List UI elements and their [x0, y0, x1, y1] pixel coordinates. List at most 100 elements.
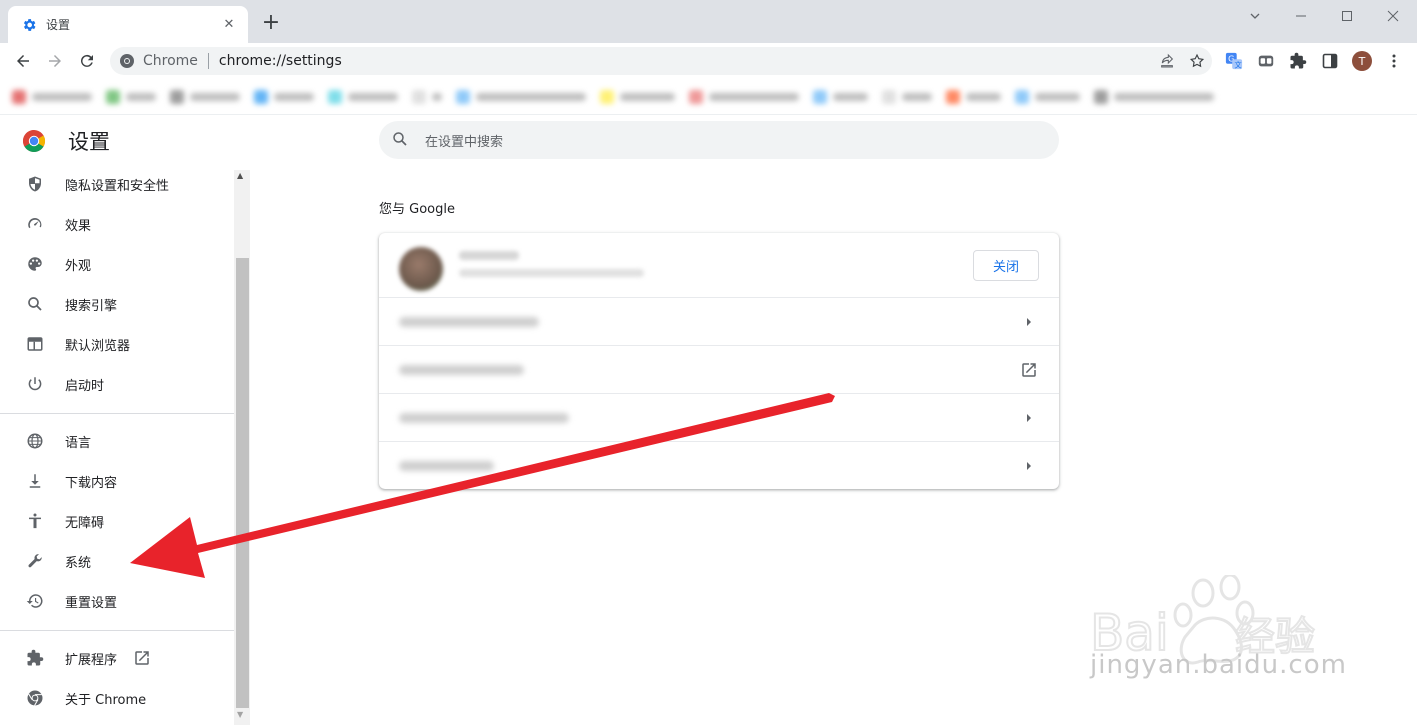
- search-placeholder: 在设置中搜索: [425, 134, 504, 150]
- sidebar-item-label: 搜索引擎: [65, 298, 118, 314]
- open-external-icon: [133, 649, 151, 667]
- address-bar[interactable]: Chrome chrome://settings: [110, 47, 1212, 75]
- profile-avatar[interactable]: T: [1349, 48, 1375, 74]
- chevron-right-icon: [1019, 312, 1039, 332]
- account-row: 关闭: [379, 233, 1059, 297]
- sidebar-item-downloads[interactable]: 下载内容: [0, 461, 234, 501]
- bookmark-item[interactable]: [1015, 90, 1080, 104]
- chevron-right-icon: [1019, 408, 1039, 428]
- account-email-blurred: [459, 269, 644, 277]
- sidebar-item-on-startup[interactable]: 启动时: [0, 364, 234, 404]
- bookmark-item[interactable]: [1094, 90, 1214, 104]
- sidebar-divider: [0, 630, 234, 631]
- sidebar-item-system[interactable]: 系统: [0, 541, 234, 581]
- sidebar-item-label: 外观: [65, 258, 92, 274]
- new-tab-button[interactable]: +: [259, 12, 283, 36]
- url-text[interactable]: chrome://settings: [219, 53, 1152, 69]
- tab-title: 设置: [46, 18, 71, 32]
- avatar: T: [1352, 51, 1372, 71]
- open-external-icon: [1019, 360, 1039, 380]
- tab-settings[interactable]: 设置 ✕: [8, 6, 248, 43]
- scrollbar-thumb[interactable]: [236, 258, 249, 708]
- row-label-blurred: [399, 413, 569, 423]
- bookmark-item[interactable]: [328, 90, 398, 104]
- extension-app-icon[interactable]: [1253, 48, 1279, 74]
- back-icon[interactable]: [10, 48, 36, 74]
- sidebar-item-label: 启动时: [65, 378, 105, 394]
- watermark-text: jingyan.baidu.com: [1090, 650, 1347, 680]
- more-menu-icon[interactable]: [1381, 48, 1407, 74]
- bookmark-item[interactable]: [946, 90, 1001, 104]
- sidebar-item-privacy[interactable]: 隐私设置和安全性: [0, 164, 234, 204]
- bookmark-item[interactable]: [689, 90, 799, 104]
- chrome-icon: [25, 688, 45, 708]
- turn-off-sync-button[interactable]: 关闭: [973, 250, 1039, 281]
- sidebar-item-label: 无障碍: [65, 515, 105, 531]
- side-panel-icon[interactable]: [1317, 48, 1343, 74]
- omnibox-chip: Chrome: [143, 53, 198, 69]
- sidebar-item-default-browser[interactable]: 默认浏览器: [0, 324, 234, 364]
- speedometer-icon: [25, 214, 45, 234]
- page-title: 设置: [68, 130, 110, 154]
- tab-strip: 设置 ✕ +: [0, 0, 1417, 43]
- row-label-blurred: [399, 461, 494, 471]
- accessibility-icon: [25, 511, 45, 531]
- reload-icon[interactable]: [74, 48, 100, 74]
- sidebar-item-performance[interactable]: 效果: [0, 204, 234, 244]
- settings-search[interactable]: 在设置中搜索: [379, 121, 1059, 159]
- share-icon[interactable]: [1152, 47, 1182, 75]
- search-icon: [25, 294, 45, 314]
- settings-row[interactable]: [379, 441, 1059, 489]
- sidebar-item-extensions[interactable]: 扩展程序: [0, 638, 234, 678]
- section-title: 您与 Google: [379, 202, 455, 217]
- bookmark-item[interactable]: [170, 90, 240, 104]
- bookmark-item[interactable]: [12, 90, 92, 104]
- svg-text:文: 文: [1234, 60, 1241, 69]
- browser-window-icon: [25, 334, 45, 354]
- omnibox-separator: [207, 53, 209, 69]
- bookmark-item[interactable]: [456, 90, 586, 104]
- settings-row[interactable]: [379, 345, 1059, 393]
- sidebar-item-appearance[interactable]: 外观: [0, 244, 234, 284]
- sidebar-item-label: 重置设置: [65, 595, 118, 611]
- settings-row[interactable]: [379, 297, 1059, 345]
- bookmark-star-icon[interactable]: [1182, 47, 1212, 75]
- sidebar-item-search-engine[interactable]: 搜索引擎: [0, 284, 234, 324]
- tab-search-icon[interactable]: [1232, 0, 1278, 32]
- palette-icon: [25, 254, 45, 274]
- close-window-icon[interactable]: [1370, 0, 1416, 32]
- minimize-icon[interactable]: [1278, 0, 1324, 32]
- bookmark-item[interactable]: [412, 90, 442, 104]
- search-icon: [391, 130, 411, 150]
- globe-icon: [25, 431, 45, 451]
- sidebar-item-label: 隐私设置和安全性: [65, 178, 170, 194]
- row-label-blurred: [399, 317, 539, 327]
- sidebar-item-accessibility[interactable]: 无障碍: [0, 501, 234, 541]
- wrench-icon: [25, 551, 45, 571]
- close-tab-icon[interactable]: ✕: [220, 17, 238, 32]
- sidebar-item-languages[interactable]: 语言: [0, 421, 234, 461]
- maximize-icon[interactable]: [1324, 0, 1370, 32]
- sidebar-item-about[interactable]: 关于 Chrome: [0, 678, 234, 718]
- forward-icon[interactable]: [42, 48, 68, 74]
- toolbar-divider: [0, 114, 1417, 115]
- sidebar-item-reset[interactable]: 重置设置: [0, 581, 234, 621]
- scroll-up-arrow-icon[interactable]: ▲: [237, 171, 243, 180]
- puzzle-icon[interactable]: [1285, 48, 1311, 74]
- scroll-down-arrow-icon[interactable]: ▼: [237, 710, 243, 719]
- chrome-icon[interactable]: [119, 53, 135, 69]
- bookmark-item[interactable]: [106, 90, 156, 104]
- settings-row[interactable]: [379, 393, 1059, 441]
- chevron-right-icon: [1019, 456, 1039, 476]
- settings-header: 设置: [22, 126, 110, 156]
- translate-icon[interactable]: G文: [1221, 48, 1247, 74]
- bookmark-item[interactable]: [813, 90, 868, 104]
- sidebar-item-label: 扩展程序: [65, 652, 118, 668]
- sidebar-item-label: 效果: [65, 218, 92, 234]
- sidebar-item-label: 下载内容: [65, 475, 118, 491]
- bookmark-item[interactable]: [882, 90, 932, 104]
- download-icon: [25, 471, 45, 491]
- gear-icon: [21, 17, 37, 33]
- bookmark-item[interactable]: [254, 90, 314, 104]
- bookmark-item[interactable]: [600, 90, 675, 104]
